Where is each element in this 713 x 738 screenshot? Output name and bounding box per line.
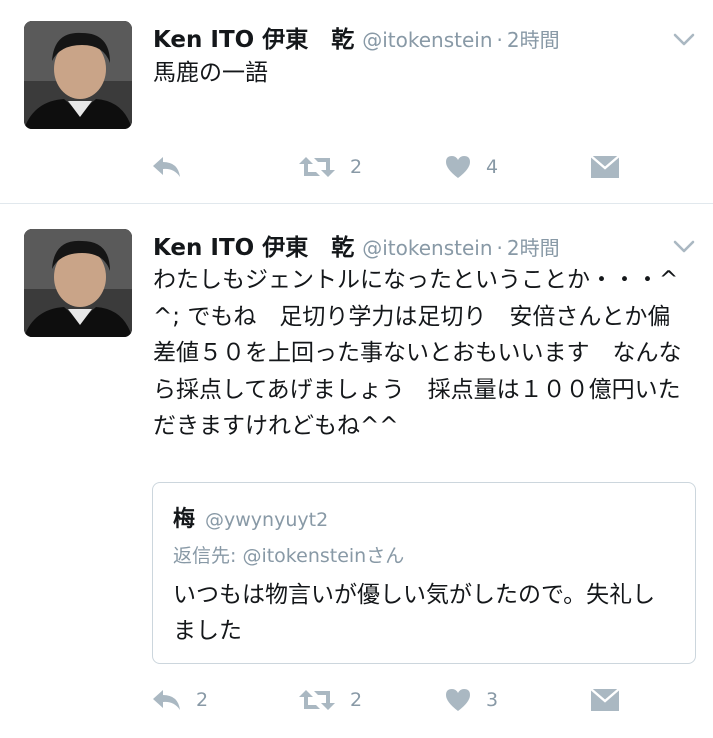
like-count: 4 [486,156,499,178]
direct-message-button[interactable] [590,680,620,720]
author-handle[interactable]: @itokenstein [362,236,492,260]
avatar-photo [24,21,132,129]
reply-suffix: さん [366,545,405,567]
tweet-actions: 2 2 3 [150,680,630,720]
retweet-count: 2 [350,156,363,178]
tweet[interactable]: Ken ITO 伊東 乾 @itokenstein · 2時間 馬鹿の一語 2 [0,0,713,204]
retweet-count: 2 [350,689,363,711]
direct-message-icon [590,154,620,180]
separator: · [496,236,503,260]
timestamp[interactable]: 2時間 [507,24,560,53]
direct-message-button[interactable] [590,147,620,187]
reply-icon [150,687,182,713]
timestamp[interactable]: 2時間 [507,232,560,261]
tweet-text: 馬鹿の一語 [153,60,268,86]
chevron-down-icon[interactable] [673,239,695,253]
tweet-actions: 2 4 [150,147,630,187]
reply-button[interactable] [150,147,196,187]
quoted-author-handle: @ywynyuyt2 [205,509,329,531]
quoted-tweet[interactable]: 梅 @ywynyuyt2 返信先: @itokensteinさん いつもは物言い… [152,482,696,664]
tweet-header: Ken ITO 伊東 乾 @itokenstein · 2時間 [153,20,560,54]
tweet[interactable]: Ken ITO 伊東 乾 @itokenstein · 2時間 わたしもジェント… [0,204,713,738]
quoted-header: 梅 @ywynyuyt2 [173,501,328,533]
retweet-icon [298,687,336,713]
like-button[interactable]: 4 [444,147,498,187]
heart-icon [444,687,472,713]
retweet-button[interactable]: 2 [298,147,362,187]
avatar-photo [24,229,132,337]
reply-icon [150,154,182,180]
reply-count: 2 [196,689,209,711]
author-handle[interactable]: @itokenstein [362,28,492,52]
reply-mention[interactable]: @itokenstein [242,545,366,567]
retweet-button[interactable]: 2 [298,680,362,720]
tweet-text: わたしもジェントルになったということか・・・^^; でもね 足切り学力は足切り … [153,267,682,439]
reply-button[interactable]: 2 [150,680,208,720]
quoted-author-name: 梅 [173,507,196,532]
author-name[interactable]: Ken ITO 伊東 乾 [153,20,354,54]
quoted-text: いつもは物言いが優しい気がしたので。失礼しました [173,582,656,644]
tweet-header: Ken ITO 伊東 乾 @itokenstein · 2時間 [153,228,560,262]
heart-icon [444,154,472,180]
reply-prefix: 返信先: [173,545,243,567]
author-name[interactable]: Ken ITO 伊東 乾 [153,228,354,262]
avatar[interactable] [24,21,132,129]
like-count: 3 [486,689,499,711]
separator: · [496,28,503,52]
direct-message-icon [590,687,620,713]
chevron-down-icon[interactable] [673,32,695,46]
avatar[interactable] [24,229,132,337]
like-button[interactable]: 3 [444,680,498,720]
retweet-icon [298,154,336,180]
reply-context: 返信先: @itokensteinさん [173,541,404,568]
